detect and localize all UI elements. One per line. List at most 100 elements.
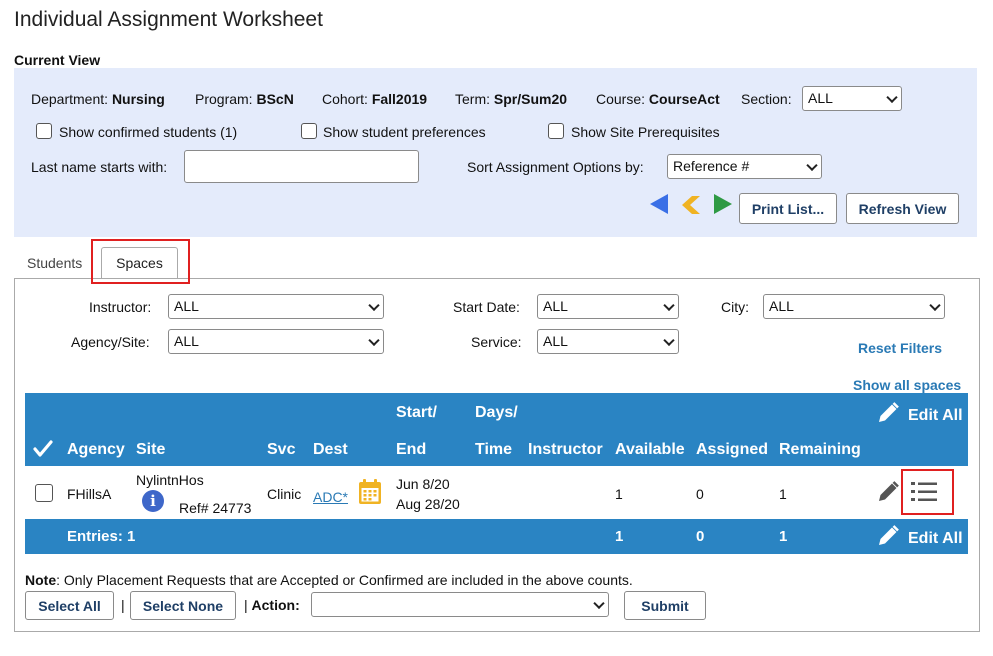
city-filter-select[interactable]: ALL bbox=[763, 294, 945, 319]
footer-assigned-total: 0 bbox=[696, 528, 705, 545]
row-ref: Ref# 24773 bbox=[179, 500, 252, 516]
info-icon[interactable]: i bbox=[142, 490, 164, 512]
start-date-filter-select[interactable]: ALL bbox=[537, 294, 679, 319]
show-confirmed-checkbox[interactable] bbox=[36, 123, 52, 139]
last-name-label: Last name starts with: bbox=[31, 159, 168, 175]
action-field: | Action: bbox=[244, 597, 300, 613]
submit-button[interactable]: Submit bbox=[624, 591, 706, 620]
service-filter-label: Service: bbox=[471, 334, 522, 350]
term-field: Term: Spr/Sum20 bbox=[455, 91, 567, 107]
agency-site-filter-select[interactable]: ALL bbox=[168, 329, 384, 354]
check-all-icon[interactable] bbox=[33, 440, 53, 458]
instructor-filter-select[interactable]: ALL bbox=[168, 294, 384, 319]
service-filter-select[interactable]: ALL bbox=[537, 329, 679, 354]
action-label: Action: bbox=[251, 597, 300, 613]
edit-all-footer-button[interactable]: Edit All bbox=[908, 530, 963, 548]
edit-pencil-icon[interactable] bbox=[876, 480, 900, 504]
start-date-filter-label: Start Date: bbox=[453, 299, 520, 315]
city-filter-label: City: bbox=[721, 299, 749, 315]
reset-filters-link[interactable]: Reset Filters bbox=[858, 340, 942, 356]
section-label: Section: bbox=[741, 91, 792, 107]
department-value: Nursing bbox=[111, 91, 165, 107]
highlight-box bbox=[901, 469, 954, 515]
header-remaining[interactable]: Remaining bbox=[779, 441, 861, 459]
grid-footer bbox=[25, 519, 968, 554]
edit-all-footer-pencil-icon[interactable] bbox=[876, 524, 900, 548]
instructor-filter-value[interactable]: ALL bbox=[168, 294, 384, 319]
select-none-button[interactable]: Select None bbox=[130, 591, 236, 620]
sort-by-label: Sort Assignment Options by: bbox=[467, 159, 644, 175]
last-name-input[interactable] bbox=[184, 150, 419, 183]
footer-remaining-total: 1 bbox=[779, 528, 788, 545]
header-end[interactable]: End bbox=[396, 441, 426, 459]
header-days[interactable]: Days/ bbox=[475, 404, 518, 422]
term-label: Term: bbox=[455, 91, 490, 107]
course-field: Course: CourseAct bbox=[596, 91, 720, 107]
row-select-checkbox[interactable] bbox=[35, 484, 53, 502]
row-start-date: Jun 8/20 bbox=[396, 476, 450, 492]
city-filter-value[interactable]: ALL bbox=[763, 294, 945, 319]
action-select[interactable] bbox=[311, 592, 609, 617]
sort-by-select-value[interactable]: Reference # bbox=[667, 154, 822, 179]
note-text: Note: Only Placement Requests that are A… bbox=[25, 572, 633, 588]
row-end-date: Aug 28/20 bbox=[396, 496, 460, 512]
course-value: CourseAct bbox=[648, 91, 720, 107]
entries-count: Entries: 1 bbox=[67, 528, 136, 545]
tab-students[interactable]: Students bbox=[27, 255, 82, 271]
row-agency: FHillsA bbox=[67, 486, 112, 502]
course-label: Course: bbox=[596, 91, 646, 107]
show-preferences-label: Show student preferences bbox=[323, 124, 486, 140]
previous-page-chevron-icon[interactable] bbox=[680, 196, 702, 214]
department-label: Department: bbox=[31, 91, 109, 107]
show-confirmed-label: Show confirmed students (1) bbox=[59, 124, 238, 140]
program-label: Program: bbox=[195, 91, 253, 107]
cohort-field: Cohort: Fall2019 bbox=[322, 91, 427, 107]
agency-site-filter-label: Agency/Site: bbox=[71, 334, 150, 350]
header-dest[interactable]: Dest bbox=[313, 441, 348, 459]
row-dest-link[interactable]: ADC* bbox=[313, 489, 348, 505]
show-preferences-checkbox[interactable] bbox=[301, 123, 317, 139]
start-date-filter-value[interactable]: ALL bbox=[537, 294, 679, 319]
separator: | bbox=[121, 597, 125, 613]
row-site: NylintnHos bbox=[136, 472, 204, 488]
row-svc: Clinic bbox=[267, 486, 302, 502]
service-filter-value[interactable]: ALL bbox=[537, 329, 679, 354]
footer-available-total: 1 bbox=[615, 528, 624, 545]
action-prefix: | bbox=[244, 597, 248, 613]
header-agency[interactable]: Agency bbox=[67, 441, 125, 459]
edit-all-pencil-icon[interactable] bbox=[876, 401, 900, 425]
calendar-icon[interactable] bbox=[358, 479, 382, 505]
page-title: Individual Assignment Worksheet bbox=[14, 8, 323, 31]
header-available[interactable]: Available bbox=[615, 441, 685, 459]
print-list-button[interactable]: Print List... bbox=[739, 193, 837, 224]
program-field: Program: BScN bbox=[195, 91, 294, 107]
first-page-arrow-icon[interactable] bbox=[648, 193, 670, 215]
action-select-value[interactable] bbox=[311, 592, 609, 617]
header-time[interactable]: Time bbox=[475, 441, 512, 459]
cohort-label: Cohort: bbox=[322, 91, 368, 107]
show-all-spaces-link[interactable]: Show all spaces bbox=[853, 377, 961, 393]
header-assigned[interactable]: Assigned bbox=[696, 441, 768, 459]
edit-all-header-button[interactable]: Edit All bbox=[908, 407, 963, 425]
sort-by-select[interactable]: Reference # bbox=[667, 154, 822, 179]
select-all-button[interactable]: Select All bbox=[25, 591, 114, 620]
header-instructor[interactable]: Instructor bbox=[528, 441, 603, 459]
show-prerequisites-checkbox[interactable] bbox=[548, 123, 564, 139]
next-page-arrow-icon[interactable] bbox=[712, 193, 734, 215]
refresh-view-button[interactable]: Refresh View bbox=[846, 193, 959, 224]
header-start[interactable]: Start/ bbox=[396, 404, 437, 422]
section-select[interactable]: ALL bbox=[802, 86, 902, 111]
term-value: Spr/Sum20 bbox=[493, 91, 568, 107]
program-value: BScN bbox=[256, 91, 294, 107]
header-svc[interactable]: Svc bbox=[267, 441, 295, 459]
current-view-label: Current View bbox=[14, 52, 101, 68]
cohort-value: Fall2019 bbox=[371, 91, 428, 107]
highlight-box bbox=[91, 239, 190, 284]
row-remaining: 1 bbox=[779, 486, 787, 502]
agency-site-filter-value[interactable]: ALL bbox=[168, 329, 384, 354]
note-body: : Only Placement Requests that are Accep… bbox=[56, 572, 633, 588]
note-bold: Note bbox=[25, 572, 57, 588]
section-select-value[interactable]: ALL bbox=[802, 86, 902, 111]
row-available: 1 bbox=[615, 486, 623, 502]
header-site[interactable]: Site bbox=[136, 441, 165, 459]
